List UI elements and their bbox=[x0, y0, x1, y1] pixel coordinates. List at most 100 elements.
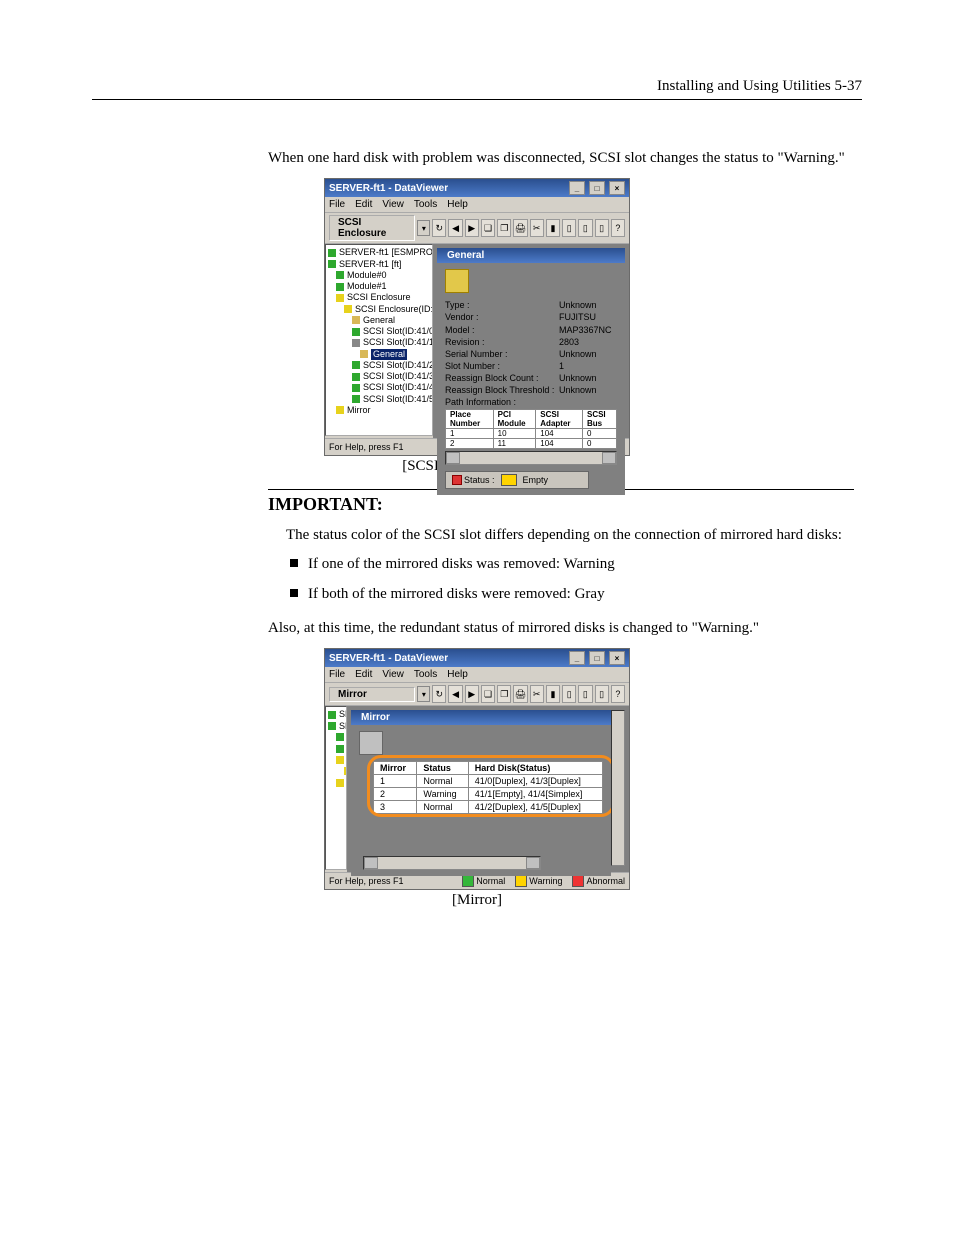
dropdown-icon[interactable]: ▾ bbox=[417, 686, 430, 702]
serial-value: Unknown bbox=[559, 348, 597, 360]
table-row[interactable]: 1 Normal 41/0[Duplex], 41/3[Duplex] bbox=[374, 775, 603, 788]
tree-view[interactable]: SERVER-ft1 [ESMPRO] SERVER-ft1 [ft] Modu… bbox=[325, 244, 433, 436]
module-icon bbox=[336, 745, 344, 753]
legend-abnormal-swatch bbox=[572, 875, 584, 887]
status-label: Status : bbox=[464, 475, 495, 485]
legend-warning-swatch bbox=[515, 875, 527, 887]
table-row[interactable]: 3 Normal 41/2[Duplex], 41/5[Duplex] bbox=[374, 801, 603, 814]
page-header: Installing and Using Utilities 5-37 bbox=[92, 78, 862, 100]
status-swatch bbox=[501, 474, 517, 486]
close-button[interactable]: × bbox=[609, 181, 625, 195]
toolbar-button[interactable]: ▮ bbox=[546, 219, 560, 237]
path-info-table: Place Number PCI Module SCSI Adapter SCS… bbox=[445, 409, 617, 449]
help-text: For Help, press F1 bbox=[329, 876, 404, 886]
maximize-button[interactable]: □ bbox=[589, 651, 605, 665]
toolbar-button[interactable]: ▯ bbox=[595, 219, 609, 237]
toolbar-button[interactable]: ❐ bbox=[497, 219, 511, 237]
toolbar-button[interactable]: ▶ bbox=[465, 685, 479, 703]
screenshot-scsi-slot-general: SERVER-ft1 - DataViewer _ □ × File Edit … bbox=[324, 178, 630, 456]
intro-paragraph: When one hard disk with problem was disc… bbox=[268, 148, 854, 168]
window-title: SERVER-ft1 - DataViewer bbox=[329, 653, 448, 664]
tree-view[interactable]: SERVER-ft1 [ESMPRO] SERVER-ft1 [ft] Modu… bbox=[325, 706, 347, 870]
toolbar-button[interactable]: ✂ bbox=[530, 685, 544, 703]
toolbar-button[interactable]: ◀ bbox=[448, 685, 462, 703]
reassign-threshold-label: Reassign Block Threshold : bbox=[445, 384, 555, 396]
scsi-slot-icon bbox=[352, 339, 360, 347]
disk-icon bbox=[445, 269, 469, 293]
tree-selected-item[interactable]: General bbox=[371, 349, 407, 360]
table-row[interactable]: 1 10 104 0 bbox=[446, 428, 617, 438]
type-label: Type : bbox=[445, 299, 555, 311]
scsi-slot-icon bbox=[352, 328, 360, 336]
scsi-slot-icon bbox=[352, 384, 360, 392]
toolbar-button[interactable]: ▯ bbox=[562, 219, 576, 237]
toolbar-button[interactable]: ↻ bbox=[432, 219, 446, 237]
scsi-enclosure-icon bbox=[336, 756, 344, 764]
scsi-enclosure-icon bbox=[344, 305, 352, 313]
menu-edit[interactable]: Edit bbox=[355, 199, 372, 210]
toolbar-button[interactable]: ❏ bbox=[481, 685, 495, 703]
general-icon bbox=[352, 316, 360, 324]
dropdown-icon[interactable]: ▾ bbox=[417, 220, 430, 236]
toolbar-button[interactable]: 🖨 bbox=[513, 219, 527, 237]
toolbar-button[interactable]: ↻ bbox=[432, 685, 446, 703]
toolbar-button[interactable]: 🖨 bbox=[513, 685, 527, 703]
menu-view[interactable]: View bbox=[382, 669, 404, 680]
toolbar-button[interactable]: ▮ bbox=[546, 685, 560, 703]
toolbar-button[interactable]: ▯ bbox=[562, 685, 576, 703]
scsi-slot-icon bbox=[352, 395, 360, 403]
server-icon bbox=[328, 711, 336, 719]
help-text: For Help, press F1 bbox=[329, 442, 404, 452]
toolbar-button[interactable]: ◀ bbox=[448, 219, 462, 237]
window-title: SERVER-ft1 - DataViewer bbox=[329, 183, 448, 194]
breadcrumb[interactable]: SCSI Enclosure bbox=[329, 215, 415, 241]
status-value: Empty bbox=[523, 475, 549, 485]
status-box: Status : Empty bbox=[445, 471, 589, 489]
toolbar-button[interactable]: ✂ bbox=[530, 219, 544, 237]
help-icon[interactable]: ? bbox=[611, 685, 625, 703]
scsi-slot-icon bbox=[352, 373, 360, 381]
slotnumber-value: 1 bbox=[559, 360, 564, 372]
vertical-scrollbar[interactable] bbox=[611, 710, 625, 866]
status-icon bbox=[452, 475, 462, 485]
mirror-large-icon bbox=[359, 731, 383, 755]
menu-view[interactable]: View bbox=[382, 199, 404, 210]
table-row[interactable]: 2 11 104 0 bbox=[446, 438, 617, 448]
maximize-button[interactable]: □ bbox=[589, 181, 605, 195]
breadcrumb[interactable]: Mirror bbox=[329, 687, 415, 702]
minimize-button[interactable]: _ bbox=[569, 181, 585, 195]
menu-bar: File Edit View Tools Help bbox=[325, 197, 629, 213]
horizontal-scrollbar[interactable] bbox=[445, 451, 617, 465]
module-icon bbox=[336, 733, 344, 741]
mirror-icon bbox=[336, 779, 344, 787]
toolbar-button[interactable]: ▯ bbox=[578, 685, 592, 703]
body-paragraph: Also, at this time, the redundant status… bbox=[268, 618, 854, 638]
toolbar-button[interactable]: ❏ bbox=[481, 219, 495, 237]
menu-help[interactable]: Help bbox=[447, 199, 468, 210]
help-icon[interactable]: ? bbox=[611, 219, 625, 237]
toolbar: Mirror ▾ ↻ ◀ ▶ ❏ ❐ 🖨 ✂ ▮ ▯ ▯ ▯ ? bbox=[325, 683, 629, 706]
mirror-table: Mirror Status Hard Disk(Status) 1 Normal… bbox=[373, 761, 603, 814]
menu-tools[interactable]: Tools bbox=[414, 669, 437, 680]
panel-header: Mirror bbox=[351, 710, 611, 725]
menu-edit[interactable]: Edit bbox=[355, 669, 372, 680]
menu-help[interactable]: Help bbox=[447, 669, 468, 680]
panel-header: General bbox=[437, 248, 625, 263]
model-label: Model : bbox=[445, 324, 555, 336]
menu-tools[interactable]: Tools bbox=[414, 199, 437, 210]
window-titlebar: SERVER-ft1 - DataViewer _ □ × bbox=[325, 179, 629, 197]
menu-file[interactable]: File bbox=[329, 669, 345, 680]
toolbar-button[interactable]: ▶ bbox=[465, 219, 479, 237]
table-row[interactable]: 2 Warning 41/1[Empty], 41/4[Simplex] bbox=[374, 788, 603, 801]
reassign-count-label: Reassign Block Count : bbox=[445, 372, 555, 384]
toolbar-button[interactable]: ▯ bbox=[595, 685, 609, 703]
minimize-button[interactable]: _ bbox=[569, 651, 585, 665]
toolbar-button[interactable]: ▯ bbox=[578, 219, 592, 237]
vendor-value: FUJITSU bbox=[559, 311, 596, 323]
horizontal-scrollbar[interactable] bbox=[363, 856, 541, 870]
menu-bar: File Edit View Tools Help bbox=[325, 667, 629, 683]
menu-file[interactable]: File bbox=[329, 199, 345, 210]
toolbar-button[interactable]: ❐ bbox=[497, 685, 511, 703]
close-button[interactable]: × bbox=[609, 651, 625, 665]
scsi-slot-icon bbox=[352, 361, 360, 369]
